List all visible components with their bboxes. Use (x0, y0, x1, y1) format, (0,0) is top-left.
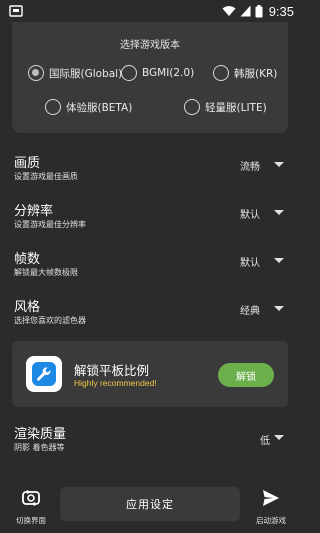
notification-icon (9, 5, 23, 17)
switch-ui-button[interactable]: 切换界面 (10, 488, 52, 526)
wifi-icon (222, 6, 236, 16)
dropdown-arrow-icon (274, 162, 284, 167)
radio-label: 国际服(Global) (49, 67, 123, 80)
setting-style[interactable]: 风格 选择您喜欢的滤色器 经典 (0, 296, 300, 336)
status-time: 9:35 (268, 3, 294, 19)
setting-value: 流畅 (240, 162, 260, 173)
radio-circle-icon (45, 99, 61, 115)
app-icon (26, 356, 62, 392)
switch-camera-icon (22, 489, 40, 507)
radio-beta[interactable]: 体验服(BETA) (45, 99, 132, 115)
setting-value: 经典 (240, 306, 260, 317)
version-card-title: 选择游戏版本 (120, 40, 180, 51)
promo-title: 解锁平板比例 (74, 363, 150, 378)
setting-subtitle: 选择您喜欢的滤色器 (14, 316, 86, 325)
dropdown-arrow-icon (274, 210, 284, 215)
setting-value: 低 (260, 436, 270, 447)
setting-subtitle: 阴影 着色器等 (14, 443, 65, 452)
setting-title: 画质 (14, 156, 41, 171)
setting-subtitle: 解锁最大帧数极限 (14, 268, 78, 277)
radio-global[interactable]: 国际服(Global) (28, 65, 122, 81)
radio-lite[interactable]: 轻量服(LITE) (184, 99, 267, 115)
version-card: 选择游戏版本 国际服(Global) BGMI(2.0) 韩服(KR) 体验服(… (12, 22, 288, 133)
tablet-ratio-promo: 解锁平板比例 Highly recommended! 解锁 (12, 341, 288, 407)
status-bar: 9:35 (0, 0, 300, 22)
radio-label: 轻量服(LITE) (205, 101, 267, 114)
switch-ui-label: 切换界面 (16, 516, 46, 525)
setting-resolution[interactable]: 分辨率 设置游戏最佳分辨率 默认 (0, 200, 300, 240)
launch-game-button[interactable]: 启动游戏 (250, 488, 292, 526)
radio-circle-icon (28, 65, 44, 81)
send-icon (263, 490, 279, 506)
setting-title: 帧数 (14, 252, 41, 267)
promo-subtitle: Highly recommended! (74, 378, 157, 388)
bottom-bar: 切换界面 应用设定 启动游戏 (0, 478, 300, 533)
dropdown-arrow-icon (274, 258, 284, 263)
setting-value: 默认 (240, 210, 260, 221)
launch-game-label: 启动游戏 (256, 516, 286, 525)
unlock-button[interactable]: 解锁 (218, 363, 274, 387)
radio-label: 韩服(KR) (234, 67, 278, 80)
signal-icon (240, 5, 251, 17)
apply-settings-button[interactable]: 应用设定 (60, 487, 240, 521)
setting-graphics[interactable]: 画质 设置游戏最佳画质 流畅 (0, 152, 300, 192)
radio-circle-icon (121, 65, 137, 81)
radio-kr[interactable]: 韩服(KR) (213, 65, 277, 81)
setting-subtitle: 设置游戏最佳画质 (14, 172, 78, 181)
setting-title: 渲染质量 (14, 427, 67, 442)
setting-render-quality[interactable]: 渲染质量 阴影 着色器等 低 (0, 423, 300, 463)
radio-label: BGMI(2.0) (142, 67, 195, 79)
radio-circle-icon (184, 99, 200, 115)
dropdown-arrow-icon (274, 306, 284, 311)
radio-label: 体验服(BETA) (66, 101, 133, 114)
radio-circle-icon (213, 65, 229, 81)
wrench-icon (37, 367, 51, 381)
battery-icon (255, 4, 263, 17)
setting-title: 风格 (14, 300, 41, 315)
setting-title: 分辨率 (14, 204, 54, 219)
setting-subtitle: 设置游戏最佳分辨率 (14, 220, 86, 229)
radio-bgmi[interactable]: BGMI(2.0) (121, 65, 194, 81)
dropdown-arrow-icon (274, 435, 284, 440)
setting-framerate[interactable]: 帧数 解锁最大帧数极限 默认 (0, 248, 300, 288)
setting-value: 默认 (240, 258, 260, 269)
